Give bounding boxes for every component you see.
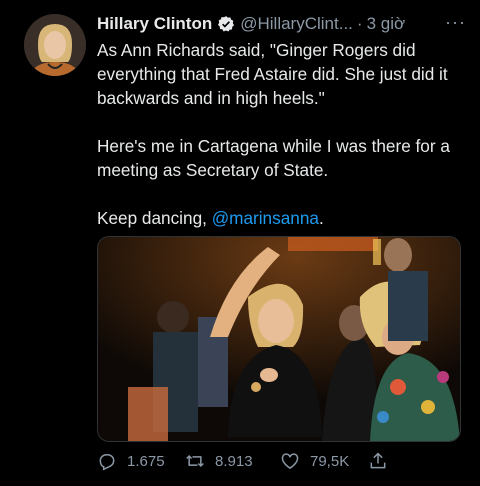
tweet[interactable]: Hillary Clinton @HillaryClint... · 3 giờ… xyxy=(0,0,480,486)
tweet-paragraph-1: As Ann Richards said, "Ginger Rogers did… xyxy=(97,40,448,108)
reply-button[interactable]: 1.675 xyxy=(97,451,185,471)
tweet-photo[interactable] xyxy=(97,236,461,442)
share-icon xyxy=(370,452,386,469)
reply-count: 1.675 xyxy=(127,452,165,470)
author-handle[interactable]: @HillaryClint... xyxy=(240,14,353,34)
paragraph-3-suffix: . xyxy=(318,208,324,228)
tweet-time[interactable]: 3 giờ xyxy=(367,14,406,34)
tweet-text: As Ann Richards said, "Ginger Rogers did… xyxy=(97,38,469,230)
separator-dot: · xyxy=(356,14,363,33)
mention-link[interactable]: @marinsanna xyxy=(212,208,319,228)
author-name[interactable]: Hillary Clinton xyxy=(97,14,212,34)
retweet-count: 8.913 xyxy=(215,452,253,470)
tweet-paragraph-3: Keep dancing, @marinsanna. xyxy=(97,206,469,230)
paragraph-3-prefix: Keep dancing, xyxy=(97,208,212,228)
reply-icon xyxy=(99,454,115,471)
avatar[interactable] xyxy=(24,14,86,76)
like-button[interactable]: 79,5K xyxy=(280,451,368,471)
tweet-paragraph-2: Here's me in Cartagena while I was there… xyxy=(97,136,450,180)
share-button[interactable] xyxy=(368,451,398,471)
retweet-icon xyxy=(186,454,204,468)
like-count: 79,5K xyxy=(310,452,350,470)
retweet-button[interactable]: 8.913 xyxy=(185,451,280,471)
more-icon[interactable]: ··· xyxy=(445,12,466,33)
verified-badge-icon xyxy=(217,15,235,33)
action-bar: 1.675 8.913 79,5K xyxy=(97,448,467,474)
like-icon xyxy=(281,453,299,469)
tweet-header: Hillary Clinton @HillaryClint... · 3 giờ xyxy=(97,12,468,36)
